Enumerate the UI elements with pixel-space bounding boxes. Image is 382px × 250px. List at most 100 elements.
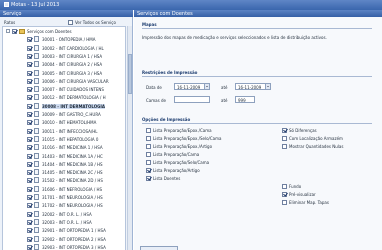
tree-item[interactable]: 30010 - INT HEMATOL/HMA [3, 119, 125, 126]
tree-item[interactable]: 30011 - INT INFECCIOSA/HL [3, 127, 125, 135]
tree-item-checkbox[interactable] [27, 219, 32, 225]
option-label: Lista Preparação/Epox./Selo/Cama [153, 136, 222, 141]
camas-ate-value: 999 [238, 98, 246, 103]
tree-item[interactable]: 30001 - ONTOPEDIA / HMA [3, 36, 125, 43]
left-panel-header: Serviço [0, 10, 133, 17]
option-checkbox[interactable] [282, 136, 287, 141]
tree-item[interactable]: 31016 - INT MEDICINA 1 / HSA [3, 144, 125, 151]
service-tree[interactable]: Serviços com Doentes 30001 - ONTOPEDIA / … [2, 26, 126, 250]
tree-item[interactable]: 31701 - INT NEUROLOGIA / HS [3, 194, 125, 201]
tree-item-label: 30011 - INT INFECCIOSA/HL [42, 128, 98, 134]
filter-label: Ratos [4, 20, 16, 25]
camas-ate-label: até [221, 98, 228, 103]
option-checkbox[interactable] [282, 200, 287, 205]
option-checkbox[interactable] [146, 128, 151, 133]
tree-item-checkbox[interactable] [27, 244, 32, 250]
tree-item[interactable]: 30008 - INT DERMATOLOGIA [3, 102, 125, 110]
option-checkbox[interactable] [282, 184, 287, 189]
tree-item-checkbox[interactable] [27, 103, 32, 109]
tree-item[interactable]: 31502 - INT MEDICINA 2D / HS [3, 177, 125, 184]
camas-de-field[interactable] [174, 96, 210, 103]
option-checkbox[interactable] [282, 128, 287, 133]
option-label: Lista Doentes [153, 176, 181, 181]
tree-item[interactable]: 32003 - INT O.R. L. / HSA [3, 218, 125, 226]
option-checkbox[interactable] [146, 168, 151, 173]
option-checkbox[interactable] [146, 160, 151, 165]
print-button[interactable] [140, 246, 178, 250]
show-all-checkbox[interactable] [68, 20, 73, 25]
tree-item[interactable]: 32902 - INT ORTOPEDIA 2 / HSA [3, 235, 125, 243]
document-icon [34, 160, 39, 167]
option-checkbox[interactable] [146, 136, 151, 141]
document-icon [34, 243, 39, 250]
tree-item-label: 30004 - INT CIRURGIA 2 / HSA [42, 62, 103, 68]
tree-item-checkbox[interactable] [27, 178, 32, 184]
document-icon [34, 202, 39, 209]
document-icon [34, 77, 39, 84]
tree-item-checkbox[interactable] [27, 37, 32, 43]
tree-item-label: 30001 - ONTOPEDIA / HMA [42, 37, 96, 43]
tree-item[interactable]: 31405 - INT MEDICINA 2C / HS [3, 169, 125, 176]
tree-item-checkbox[interactable] [27, 87, 32, 93]
document-icon [34, 44, 39, 51]
tree-item-checkbox[interactable] [27, 62, 32, 68]
camas-ate-field[interactable]: 999 [235, 96, 255, 103]
option-checkbox[interactable] [146, 144, 151, 149]
tree-scrollbar-thumb[interactable] [128, 54, 132, 94]
tree-item-checkbox[interactable] [27, 211, 32, 217]
tree-item-checkbox[interactable] [27, 112, 32, 117]
tree-item-checkbox[interactable] [27, 161, 32, 167]
tree-item-checkbox[interactable] [27, 120, 32, 126]
tree-item[interactable]: 30007 - INT CUIDADOS INTENS [3, 86, 125, 93]
tree-item-checkbox[interactable] [27, 170, 32, 176]
data-ate-field[interactable]: 16-11-2009 [235, 83, 271, 90]
tree-item[interactable]: 30003 - INT CIRURGIA 1 / HSA [3, 52, 125, 60]
option-checkbox[interactable] [146, 152, 151, 157]
tree-item[interactable]: 30004 - INT CIRURGIA 2 / HSA [3, 61, 125, 68]
option-checkbox[interactable] [282, 192, 287, 197]
tree-item-checkbox[interactable] [27, 228, 32, 234]
option-checkbox[interactable] [146, 176, 151, 181]
data-de-field[interactable]: 16-11-2009 [174, 83, 210, 90]
tree-item[interactable]: 31404 - INT MEDICINA 1B / HS [3, 160, 125, 168]
option-checkbox[interactable] [282, 144, 287, 149]
tree-scrollbar[interactable] [127, 26, 132, 250]
tree-item[interactable]: 31606 - INT NEFROLOGIA / HS [3, 185, 125, 193]
tree-item-checkbox[interactable] [27, 45, 32, 51]
tree-item[interactable]: 30002 - INT CARDIOLOGIA / HL [3, 44, 125, 52]
tree-item-checkbox[interactable] [27, 203, 32, 209]
option-label: Mostrar Quantidades Nulas [289, 144, 344, 149]
tree-item-label: 31702 - INT NEUROLOGIA / HS [42, 203, 103, 209]
tree-item-label: 32002 - INT O.R. L. / HSA [42, 211, 92, 217]
tree-item-checkbox[interactable] [27, 186, 32, 192]
chevron-down-icon[interactable] [204, 84, 209, 89]
tree-item[interactable]: 31403 - INT MEDICINA 1A / HC [3, 152, 125, 160]
tree-item-checkbox[interactable] [27, 236, 32, 242]
tree-item-label: 31403 - INT MEDICINA 1A / HC [42, 153, 103, 159]
document-icon [34, 185, 39, 192]
tree-item[interactable]: 30009 - INT GASTRO_C.HURA [3, 111, 125, 118]
tree-item-checkbox[interactable] [27, 78, 32, 84]
tree-item-checkbox[interactable] [27, 70, 32, 76]
tree-item[interactable]: 30006 - INT CIRURGIA VASCULAR [3, 77, 125, 85]
tree-item-checkbox[interactable] [27, 95, 32, 101]
tree-item-checkbox[interactable] [27, 128, 32, 134]
tree-item-checkbox[interactable] [27, 195, 32, 200]
expand-icon[interactable] [6, 29, 10, 33]
tree-item-label: 30005 - INT CIRURGIA 3 / HSA [42, 70, 103, 76]
chevron-down-icon[interactable] [265, 84, 270, 89]
tree-item[interactable]: 32002 - INT O.R. L. / HSA [3, 210, 125, 218]
tree-item-checkbox[interactable] [27, 145, 32, 151]
tree-item[interactable]: 30005 - INT CIRURGIA 3 / HSA [3, 69, 125, 77]
tree-item[interactable]: 32901 - INT ORTOPEDIA 1 / HSA [3, 227, 125, 234]
tree-item-label: 30010 - INT HEMATOL/HMA [42, 120, 97, 126]
tree-item[interactable]: 30012 - INT DERMATOLOGIA / H [3, 94, 125, 101]
tree-item-checkbox[interactable] [12, 29, 17, 34]
tree-item[interactable]: 31015 - INT HEPATOLOGIA 0 [3, 135, 125, 143]
tree-item[interactable]: 31702 - INT NEUROLOGIA / HS [3, 202, 125, 209]
tree-item-checkbox[interactable] [27, 53, 32, 59]
tree-item[interactable]: 32903 - INT ORTOPEDIA 3 / HSA [3, 243, 125, 250]
tree-item-checkbox[interactable] [27, 153, 32, 159]
tree-item[interactable]: Serviços com Doentes [3, 28, 125, 35]
tree-item-checkbox[interactable] [27, 136, 32, 142]
